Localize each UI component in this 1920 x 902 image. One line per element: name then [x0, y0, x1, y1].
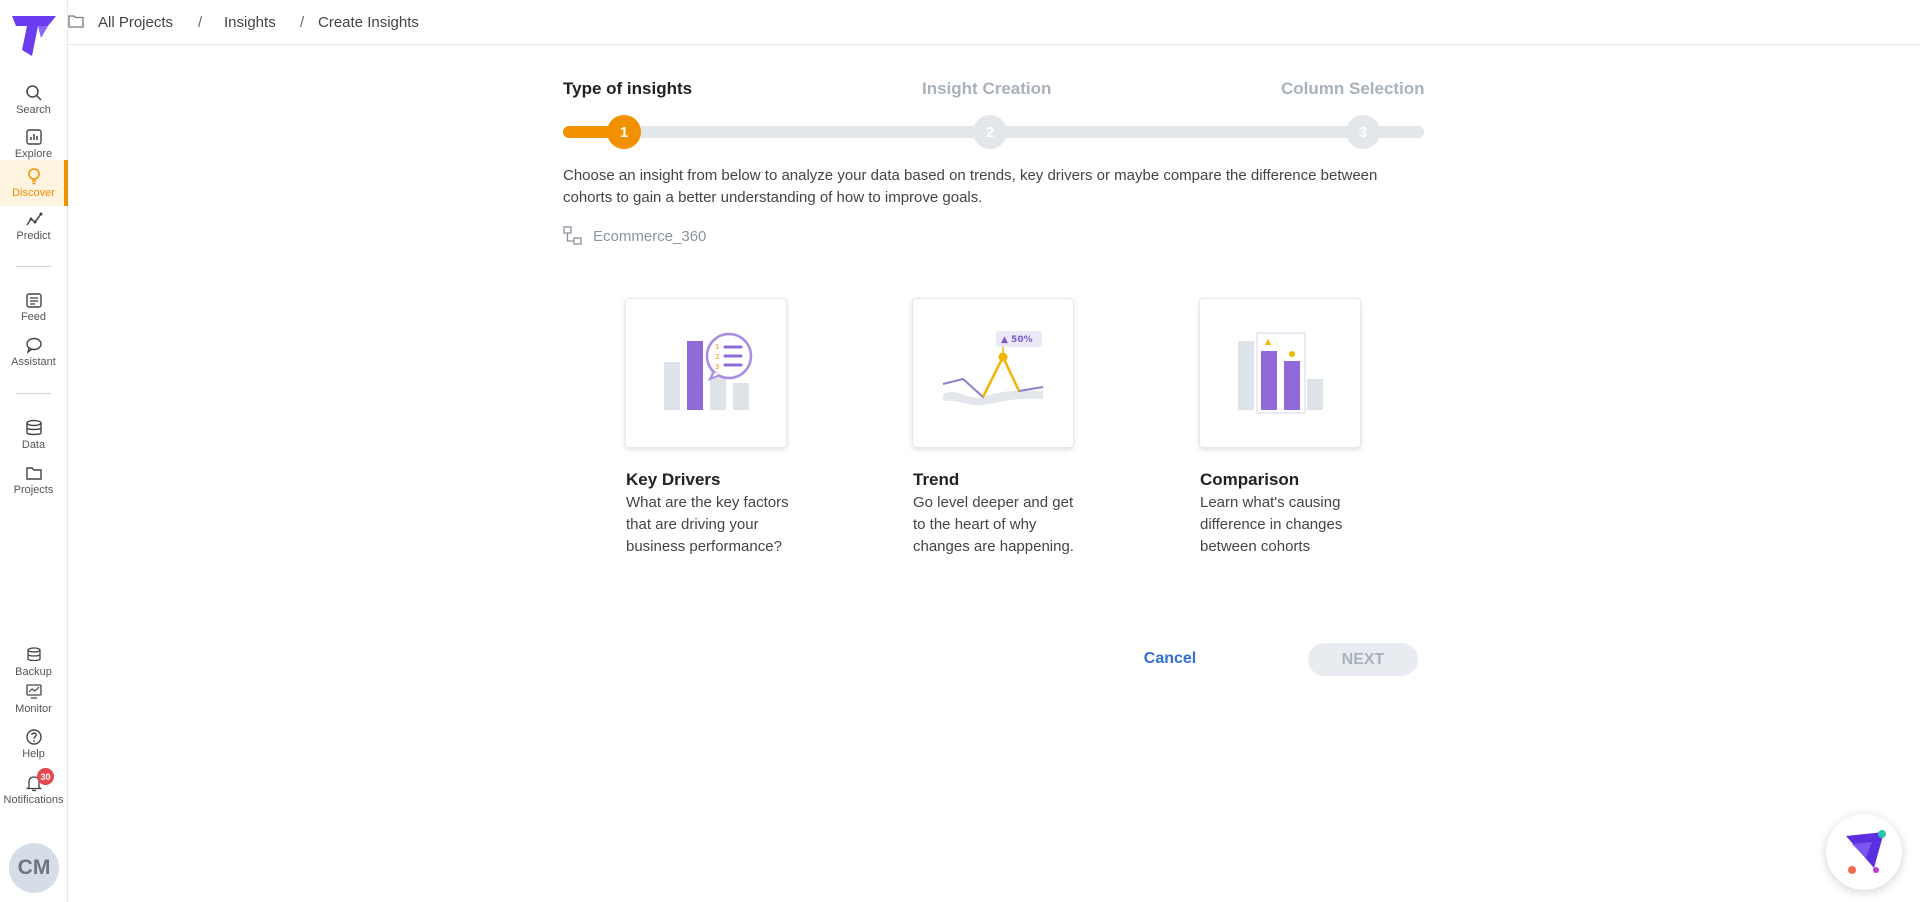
sidebar-item-label: Notifications — [3, 794, 64, 806]
svg-text:1: 1 — [715, 343, 719, 351]
search-icon — [25, 85, 42, 101]
feed-icon — [25, 293, 42, 308]
sidebar-item-label: Projects — [13, 484, 54, 496]
key-drivers-illustration-icon: 1 2 3 — [664, 332, 753, 410]
trend-title: Trend — [913, 470, 960, 489]
sidebar-item-label: Data — [21, 439, 46, 451]
folder-icon — [68, 15, 84, 28]
sidebar-item-predict[interactable]: Predict — [0, 204, 67, 248]
sidebar-item-label: Assistant — [11, 356, 56, 368]
sidebar-item-assistant[interactable]: Assistant — [0, 330, 67, 374]
sidebar-item-label: Discover — [12, 187, 55, 199]
assistant-chat-button[interactable] — [1826, 814, 1902, 890]
sidebar-item-label: Search — [16, 104, 51, 116]
breadcrumb-separator: / — [198, 14, 203, 31]
sidebar-item-search[interactable]: Search — [0, 78, 67, 122]
sidebar-item-label: Monitor — [15, 703, 52, 715]
bulb-icon — [27, 168, 40, 185]
sidebar-item-label: Feed — [20, 311, 47, 323]
step-label-insight-creation: Insight Creation — [922, 79, 1052, 98]
sidebar-item-discover[interactable]: Discover — [0, 160, 68, 206]
app-logo-icon[interactable] — [8, 10, 60, 60]
sidebar: Search Explore Discover Predict Feed Ass… — [0, 0, 68, 902]
sidebar-item-projects[interactable]: Projects — [0, 458, 67, 502]
chat-icon — [25, 337, 42, 354]
top-bar: All Projects / Insights / Create Insight… — [68, 0, 1920, 45]
breadcrumb-insights[interactable]: Insights — [224, 14, 276, 31]
key-drivers-card[interactable]: 1 2 3 — [625, 298, 787, 448]
description-text: Choose an insight from below to analyze … — [563, 167, 1378, 206]
chart-icon — [25, 129, 42, 145]
trend-illustration-icon: ▲ 50% — [942, 331, 1044, 406]
sidebar-divider — [16, 266, 51, 267]
step-dot-3: 3 — [1346, 115, 1380, 149]
cancel-button[interactable]: Cancel — [1130, 646, 1210, 672]
key-drivers-title: Key Drivers — [626, 470, 721, 489]
dataset-tree-icon — [563, 226, 582, 245]
trend-card[interactable]: ▲ 50% — [912, 298, 1074, 448]
key-drivers-description: What are the key factors that are drivin… — [626, 494, 789, 555]
step-label-column-selection: Column Selection — [1281, 79, 1425, 98]
sidebar-item-data[interactable]: Data — [0, 413, 67, 457]
step-label-type-of-insights: Type of insights — [563, 79, 693, 98]
trend-description: Go level deeper and get to the heart of … — [913, 494, 1074, 555]
sidebar-divider — [16, 393, 51, 394]
svg-text:2: 2 — [715, 353, 719, 361]
help-icon — [25, 729, 42, 745]
comparison-card[interactable]: ▲ — [1199, 298, 1361, 448]
breadcrumb-all-projects[interactable]: All Projects — [98, 14, 173, 31]
trend-percent-badge: ▲ 50% — [1001, 335, 1033, 345]
sidebar-item-monitor[interactable]: Monitor — [0, 677, 67, 721]
sidebar-item-help[interactable]: Help — [0, 722, 67, 766]
breadcrumb-create-insights: Create Insights — [318, 14, 419, 31]
comparison-title: Comparison — [1200, 470, 1300, 489]
assistant-logo-icon — [1846, 830, 1886, 874]
backup-icon — [26, 647, 41, 662]
folder-icon — [25, 467, 42, 480]
step-dot-1: 1 — [607, 115, 641, 149]
sidebar-item-notifications[interactable]: Notifications 30 — [0, 768, 67, 812]
notification-count-badge: 30 — [37, 768, 54, 785]
comparison-description: Learn what's causing difference in chang… — [1200, 494, 1343, 555]
sidebar-item-label: Predict — [16, 230, 51, 242]
sidebar-item-label: Explore — [14, 148, 53, 160]
next-button[interactable]: NEXT — [1308, 643, 1418, 676]
comparison-illustration-icon: ▲ — [1238, 332, 1323, 414]
svg-text:3: 3 — [715, 363, 719, 371]
monitor-icon — [25, 684, 42, 699]
user-avatar[interactable]: CM — [9, 843, 59, 893]
step-dot-2: 2 — [973, 115, 1007, 149]
database-icon — [25, 419, 42, 436]
dataset-name: Ecommerce_360 — [593, 227, 707, 245]
svg-text:▲: ▲ — [1265, 337, 1272, 346]
breadcrumb-separator: / — [300, 14, 305, 31]
sidebar-item-label: Help — [22, 748, 45, 760]
predict-icon — [25, 212, 42, 226]
dataset-indicator: Ecommerce_360 — [563, 226, 706, 246]
sidebar-item-feed[interactable]: Feed — [0, 285, 67, 329]
